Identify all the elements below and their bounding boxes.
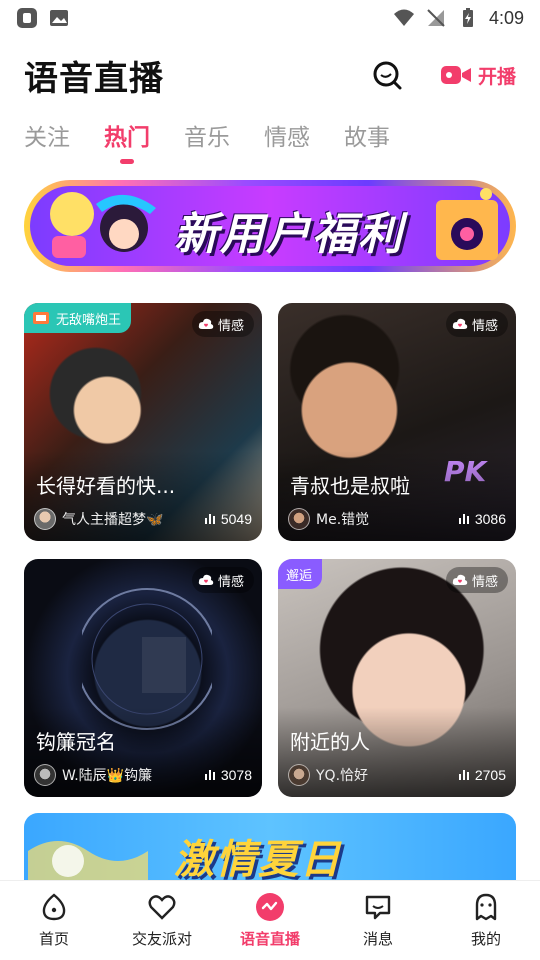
cloud-heart-icon (198, 574, 214, 585)
app-notification-icon (17, 8, 37, 28)
nav-party[interactable]: 交友派对 (108, 881, 216, 960)
room-badge: 邂逅 (278, 559, 323, 589)
banner-title: 新用户福利 (174, 209, 404, 260)
listener-count-value: 3078 (220, 767, 252, 783)
tab-music[interactable]: 音乐 (184, 118, 230, 164)
sound-bars-icon (458, 770, 469, 780)
header: 语音直播 开播 (0, 48, 540, 102)
category-label: 情感 (217, 574, 244, 590)
host-name: Me.错觉 (316, 512, 370, 528)
home-icon (42, 893, 66, 921)
nav-messages-label: 消息 (362, 930, 393, 948)
category-label: 情感 (471, 574, 498, 590)
room-footer: 气人主播超梦🦋 5049 (34, 507, 252, 531)
tab-follow[interactable]: 关注 (24, 118, 70, 164)
status-time: 4:09 (488, 7, 524, 28)
start-live-label: 开播 (477, 65, 516, 88)
banner-speaker-illustration (436, 188, 498, 260)
nav-profile-label: 我的 (470, 930, 501, 948)
banner-girl-illustration (50, 192, 156, 258)
category-tabs: 关注 热门 音乐 情感 故事 (24, 118, 390, 164)
listener-count-value: 5049 (220, 511, 252, 527)
video-camera-icon (440, 66, 471, 84)
room-footer: Me.错觉 3086 (288, 507, 506, 531)
category-label: 情感 (471, 318, 498, 334)
sound-bars-icon (458, 514, 469, 524)
room-card[interactable]: 情感 钩簾冠名 W.陆辰👑钩簾 3078 (24, 559, 262, 797)
promo-title: 激情夏日 (174, 837, 342, 883)
category-badge: 情感 (445, 311, 508, 337)
cloud-heart-icon (452, 574, 468, 585)
live-voice-icon (256, 893, 284, 921)
cloud-heart-icon (198, 318, 214, 329)
category-label: 情感 (217, 318, 244, 334)
new-user-banner[interactable]: 新用户福利 (24, 180, 516, 272)
message-icon (365, 895, 391, 920)
tab-story[interactable]: 故事 (344, 118, 390, 164)
room-title: 钩簾冠名 (36, 730, 116, 754)
cloud-heart-icon (452, 318, 468, 329)
room-title: 青叔也是叔啦 (290, 474, 410, 498)
listener-count-value: 2705 (474, 767, 506, 783)
nav-party-label: 交友派对 (131, 930, 192, 948)
start-live-button[interactable]: 开播 (440, 58, 516, 92)
sound-bars-icon (204, 514, 215, 524)
room-badge-label: 邂逅 (286, 568, 313, 584)
category-badge: 情感 (191, 567, 254, 593)
room-title: 长得好看的快... (36, 474, 176, 498)
room-card[interactable]: PK 情感 青叔也是叔啦 Me.错觉 3086 (278, 303, 516, 541)
category-badge: 情感 (191, 311, 254, 337)
sound-bars-icon (204, 770, 215, 780)
no-signal-icon (427, 9, 445, 27)
nav-voice-live-label: 语音直播 (239, 930, 300, 948)
room-grid: 无敌嘴炮王 情感 长得好看的快... 气人主播超梦🦋 5049 PK 情感 青叔… (24, 303, 516, 797)
avatar (34, 764, 56, 786)
host-name: YQ.恰好 (316, 768, 369, 784)
room-title: 附近的人 (290, 730, 370, 754)
battery-charging-icon (462, 8, 473, 27)
room-footer: W.陆辰👑钩簾 3078 (34, 763, 252, 787)
nav-voice-live[interactable]: 语音直播 (216, 881, 324, 960)
listener-count: 3086 (458, 511, 506, 527)
host-name: W.陆辰👑钩簾 (62, 768, 153, 784)
tab-emotion[interactable]: 情感 (264, 118, 310, 164)
category-badge: 情感 (445, 567, 508, 593)
room-footer: YQ.恰好 2705 (288, 763, 506, 787)
nav-home-label: 首页 (38, 930, 69, 948)
nav-messages[interactable]: 消息 (324, 881, 432, 960)
status-bar: 4:09 (0, 0, 540, 36)
listener-count: 3078 (204, 767, 252, 783)
listener-count: 5049 (204, 511, 252, 527)
bottom-navigation: 首页 交友派对 语音直播 消息 我的 (0, 880, 540, 960)
room-card[interactable]: 邂逅 情感 附近的人 YQ.恰好 2705 (278, 559, 516, 797)
tab-hot[interactable]: 热门 (104, 118, 150, 164)
nav-profile[interactable]: 我的 (432, 881, 540, 960)
listener-count: 2705 (458, 767, 506, 783)
room-badge-label: 无敌嘴炮王 (56, 312, 122, 328)
image-notification-icon (50, 10, 68, 26)
avatar (34, 508, 56, 530)
listener-count-value: 3086 (474, 511, 506, 527)
host-name: 气人主播超梦🦋 (62, 512, 164, 528)
search-icon[interactable] (370, 58, 404, 92)
avatar (288, 764, 310, 786)
wifi-icon (393, 9, 414, 26)
room-card[interactable]: 无敌嘴炮王 情感 长得好看的快... 气人主播超梦🦋 5049 (24, 303, 262, 541)
avatar (288, 508, 310, 530)
room-badge: 无敌嘴炮王 (24, 303, 132, 333)
tv-icon (33, 312, 49, 324)
profile-icon (475, 893, 497, 921)
nav-home[interactable]: 首页 (0, 881, 108, 960)
page-title: 语音直播 (24, 58, 164, 99)
heart-icon (148, 895, 176, 920)
